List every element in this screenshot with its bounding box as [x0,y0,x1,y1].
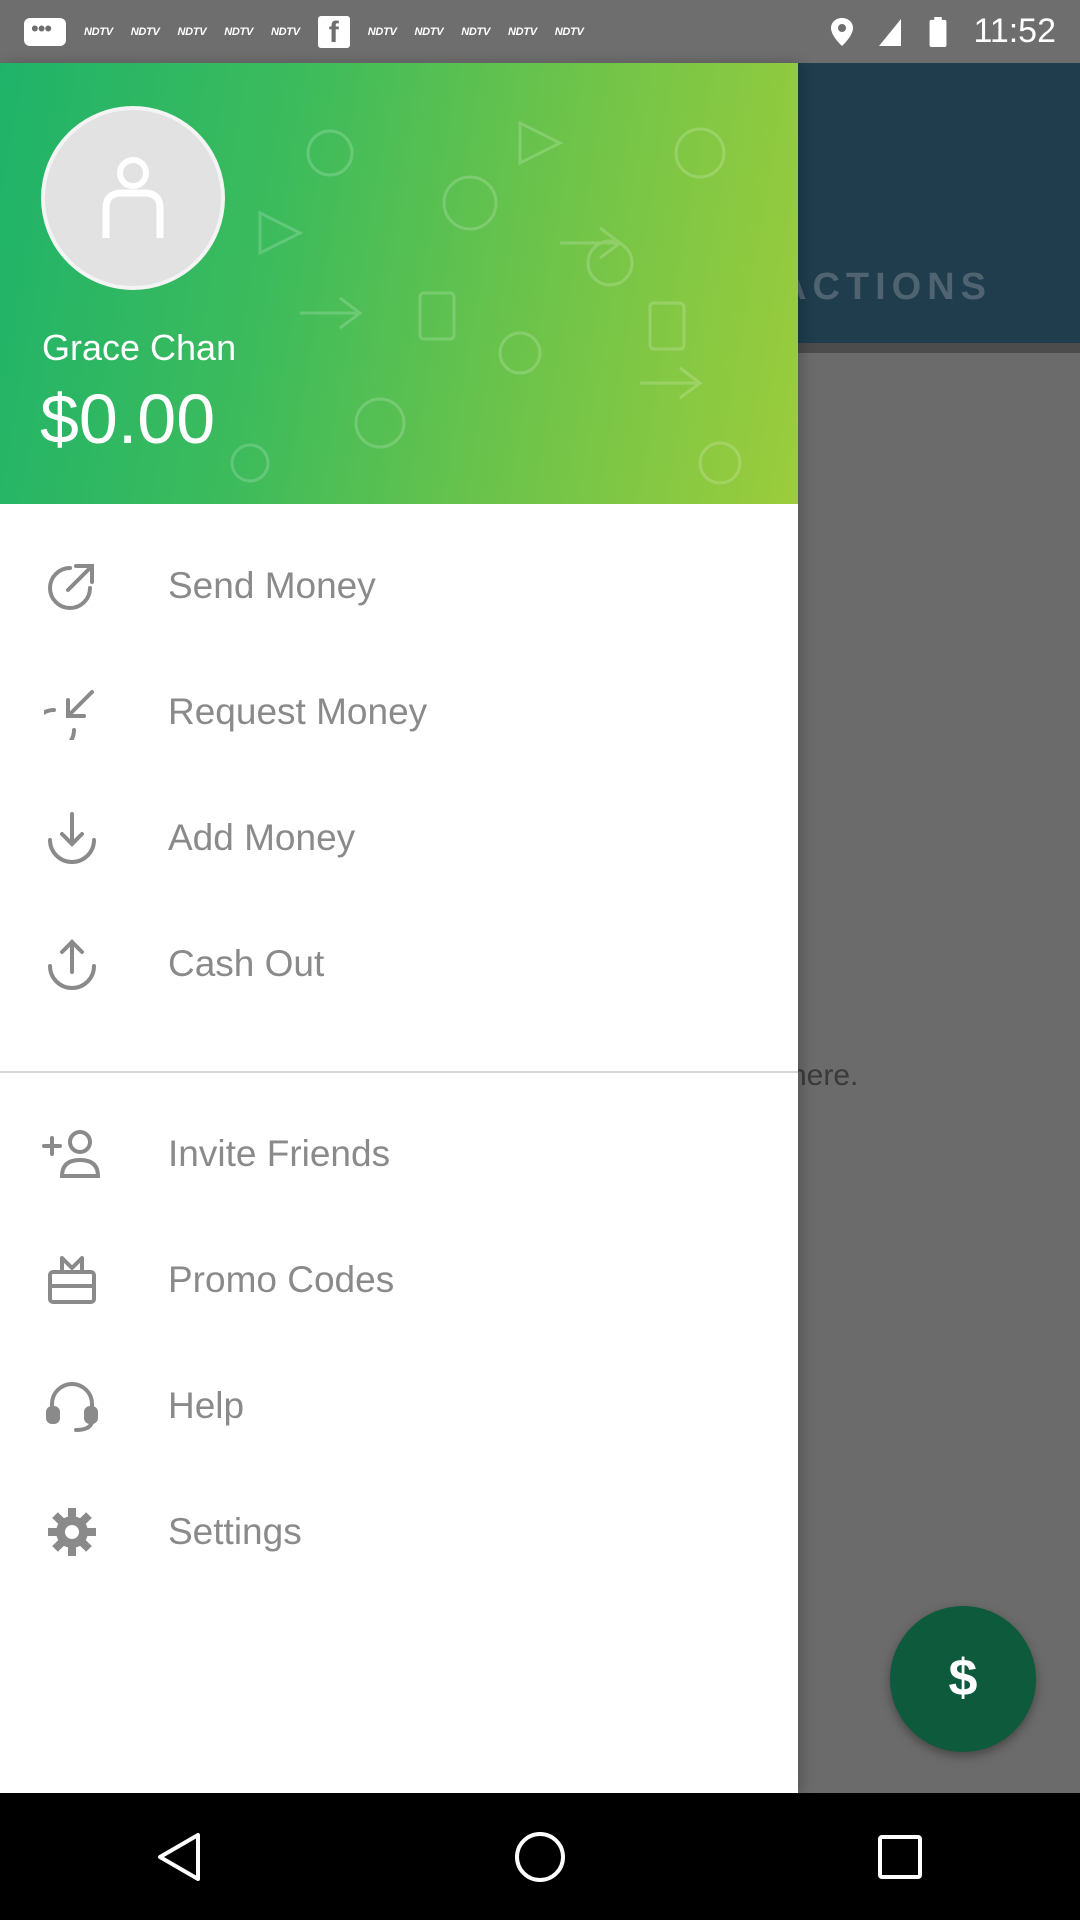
ndtv-notification-icon: NDTV [130,25,160,38]
drawer-header: Grace Chan $0.00 [0,63,798,504]
request-arrow-icon [42,682,102,742]
menu-item-add-money[interactable]: Add Money [0,775,798,901]
ndtv-notification-icon: NDTV [177,25,207,38]
ndtv-notification-icon: NDTV [224,25,253,38]
ndtv-notification-icon: NDTV [508,25,537,38]
cash-fab-button[interactable]: $ [890,1606,1036,1752]
add-person-icon [42,1124,102,1184]
menu-label: Request Money [168,691,428,732]
menu-label: Help [168,1385,245,1426]
message-icon [24,16,66,46]
menu-item-settings[interactable]: Settings [0,1469,798,1595]
primary-menu: Send Money Request Money Add Money Cash … [0,504,798,1027]
ndtv-notification-icon: NDTV [367,25,397,38]
ndtv-notification-icon: NDTV [461,25,490,38]
menu-item-request-money[interactable]: Request Money [0,649,798,775]
system-navigation-bar [0,1793,1080,1920]
menu-label: Cash Out [168,943,325,984]
battery-icon [930,16,947,47]
ndtv-notification-icon: NDTV [414,25,444,38]
headset-icon [42,1376,102,1436]
status-bar: NDTV NDTV NDTV NDTV NDTV f NDTV NDTV NDT… [0,0,1080,63]
back-icon [158,1832,200,1881]
menu-label: Invite Friends [168,1133,391,1174]
person-icon [102,157,164,238]
menu-item-send-money[interactable]: Send Money [0,523,798,649]
navigation-drawer: Grace Chan $0.00 Send Money Request Mone… [0,63,798,1793]
upload-icon [42,934,102,994]
avatar[interactable] [41,106,225,290]
ndtv-notification-icon: NDTV [554,25,584,38]
recents-button[interactable] [860,1817,940,1897]
notification-icons: NDTV NDTV NDTV NDTV NDTV f NDTV NDTV NDT… [24,15,829,49]
gear-icon [42,1502,102,1562]
menu-item-cash-out[interactable]: Cash Out [0,901,798,1027]
ndtv-notification-icon: NDTV [271,25,300,38]
menu-label: Promo Codes [168,1259,395,1300]
user-name: Grace Chan [42,327,237,368]
menu-label: Send Money [168,565,376,606]
menu-label: Settings [168,1511,302,1552]
signal-icon [879,18,902,46]
menu-item-promo-codes[interactable]: Promo Codes [0,1217,798,1343]
account-balance: $0.00 [40,380,216,458]
secondary-menu: Invite Friends Promo Codes Help Settings [0,1073,798,1595]
facebook-icon: f [317,15,350,49]
dollar-icon: $ [949,1649,978,1707]
home-button[interactable] [500,1817,580,1897]
empty-state-text: here. [790,1059,859,1092]
clock: 11:52 [973,12,1056,50]
download-icon [42,808,102,868]
location-icon [831,17,854,46]
recents-icon [878,1834,922,1879]
send-arrow-icon [42,556,102,616]
tab-actions[interactable]: ACTIONS [779,266,992,309]
back-button[interactable] [140,1817,220,1897]
menu-item-invite-friends[interactable]: Invite Friends [0,1091,798,1217]
ndtv-notification-icon: NDTV [84,25,113,38]
home-icon [515,1831,565,1882]
menu-label: Add Money [168,817,356,858]
svg-text:$: $ [949,1649,978,1707]
menu-item-help[interactable]: Help [0,1343,798,1469]
gift-icon [42,1250,102,1310]
